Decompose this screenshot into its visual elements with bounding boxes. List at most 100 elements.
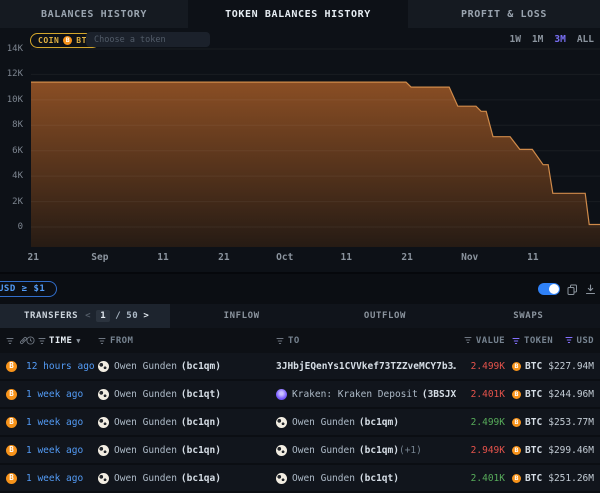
table-row[interactable]: B 1 week ago Owen Gunden (bc1qn) Owen Gun… xyxy=(0,437,600,465)
transaction-time-link[interactable]: 1 week ago xyxy=(26,445,83,456)
y-tick-label: 8K xyxy=(12,120,23,130)
to-address[interactable]: (bc1qm) xyxy=(359,417,399,428)
tab-transfers[interactable]: TRANSFERS < 1 / 50 > xyxy=(0,304,170,328)
filter-icon[interactable] xyxy=(38,337,46,345)
from-name[interactable]: Owen Gunden xyxy=(114,473,177,484)
coin-pill-label: COIN xyxy=(38,36,59,45)
btc-icon: B xyxy=(512,474,521,483)
avatar xyxy=(98,445,109,456)
y-tick-label: 2K xyxy=(12,197,23,207)
btc-icon: B xyxy=(512,446,521,455)
col-value[interactable]: VALUE xyxy=(476,336,505,346)
filter-icon-active[interactable] xyxy=(512,337,520,345)
x-tick-label: 11 xyxy=(157,252,168,263)
to-name[interactable]: Owen Gunden xyxy=(292,473,355,484)
from-address[interactable]: (bc1qa) xyxy=(181,473,221,484)
to-name[interactable]: Kraken: Kraken Deposit xyxy=(292,389,418,400)
x-tick-label: 21 xyxy=(218,252,229,263)
usd-value: $299.46M xyxy=(548,445,594,456)
time-range-selector: 1W 1M 3M ALL xyxy=(509,34,594,45)
btc-icon: B xyxy=(63,36,72,45)
btc-token-icon: B xyxy=(6,473,17,484)
page-separator: / xyxy=(115,311,121,321)
transfers-table: B 12 hours ago Owen Gunden (bc1qm) 3JHbjE… xyxy=(0,353,600,493)
from-name[interactable]: Owen Gunden xyxy=(114,445,177,456)
range-all[interactable]: ALL xyxy=(577,34,594,45)
y-tick-label: 14K xyxy=(7,44,23,54)
usd-min-filter-pill[interactable]: USD ≥ $1 xyxy=(0,281,57,297)
from-address[interactable]: (bc1qn) xyxy=(181,417,221,428)
filter-icon-active[interactable] xyxy=(565,336,573,346)
from-address[interactable]: (bc1qt) xyxy=(181,389,221,400)
tab-swaps[interactable]: SWAPS xyxy=(457,304,600,328)
token-symbol: BTC xyxy=(525,473,542,484)
from-name[interactable]: Owen Gunden xyxy=(114,417,177,428)
y-tick-label: 6K xyxy=(12,146,23,156)
col-to[interactable]: TO xyxy=(288,336,300,346)
table-row[interactable]: B 12 hours ago Owen Gunden(bc1qm) 3JHbjE… xyxy=(0,353,600,381)
col-usd[interactable]: USD xyxy=(577,336,594,346)
filter-toggle[interactable] xyxy=(538,283,560,295)
to-address[interactable]: (3BSJX) xyxy=(422,389,456,400)
from-name[interactable]: Owen Gunden xyxy=(114,361,177,372)
filter-icon[interactable] xyxy=(276,337,284,345)
x-tick-label: 21 xyxy=(401,252,412,263)
filter-icon[interactable] xyxy=(464,336,472,346)
from-address[interactable]: (bc1qm) xyxy=(181,361,221,372)
filter-icon[interactable] xyxy=(6,337,14,345)
filter-icon[interactable] xyxy=(98,337,106,345)
token-symbol: BTC xyxy=(525,389,542,400)
avatar xyxy=(276,417,287,428)
to-name[interactable]: Owen Gunden xyxy=(292,445,355,456)
x-tick-label: Oct xyxy=(276,252,293,263)
download-icon[interactable] xyxy=(585,284,596,295)
transaction-time-link[interactable]: 12 hours ago xyxy=(26,361,95,372)
transaction-time-link[interactable]: 1 week ago xyxy=(26,417,83,428)
table-row[interactable]: B 1 week ago Owen Gunden (bc1qa) Owen Gun… xyxy=(0,465,600,493)
tab-token-balances-history[interactable]: TOKEN BALANCES HISTORY xyxy=(188,0,408,28)
additional-recipients[interactable]: (+1) xyxy=(399,445,422,456)
transaction-time-link[interactable]: 1 week ago xyxy=(26,473,83,484)
usd-value: $227.94M xyxy=(548,361,594,372)
col-from[interactable]: FROM xyxy=(110,336,133,346)
avatar xyxy=(98,473,109,484)
page-next-button[interactable]: > xyxy=(143,311,149,321)
page-prev-button[interactable]: < xyxy=(85,311,91,321)
transaction-time-link[interactable]: 1 week ago xyxy=(26,389,83,400)
btc-icon: B xyxy=(512,390,521,399)
kraken-avatar xyxy=(276,389,287,400)
x-tick-label: Nov xyxy=(461,252,478,263)
tab-balances-history[interactable]: BALANCES HISTORY xyxy=(0,0,188,28)
from-address[interactable]: (bc1qn) xyxy=(181,445,221,456)
to-address[interactable]: 3JHbjEQenYs1CVVkef73TZZveMCY7b3… xyxy=(276,361,456,372)
copy-icon[interactable] xyxy=(567,284,578,295)
y-tick-label: 4K xyxy=(12,171,23,181)
y-tick-label: 0 xyxy=(18,222,23,232)
table-row[interactable]: B 1 week ago Owen Gunden (bc1qt) Kraken: … xyxy=(0,381,600,409)
to-address[interactable]: (bc1qm) xyxy=(359,445,399,456)
transfer-value: 2.499K xyxy=(471,417,505,428)
clock-icon xyxy=(26,336,35,345)
from-name[interactable]: Owen Gunden xyxy=(114,389,177,400)
chevron-down-icon[interactable]: ▼ xyxy=(76,337,81,345)
range-3m[interactable]: 3M xyxy=(554,34,565,45)
usd-value: $253.77M xyxy=(548,417,594,428)
to-address[interactable]: (bc1qt) xyxy=(359,473,399,484)
token-symbol: BTC xyxy=(525,417,542,428)
transfer-value: 2.949K xyxy=(471,445,505,456)
page-number[interactable]: 1 xyxy=(96,310,110,322)
range-1m[interactable]: 1M xyxy=(532,34,543,45)
col-time[interactable]: TIME xyxy=(49,336,72,346)
btc-token-icon: B xyxy=(6,417,17,428)
table-row[interactable]: B 1 week ago Owen Gunden (bc1qn) Owen Gun… xyxy=(0,409,600,437)
area-chart[interactable] xyxy=(31,45,600,247)
avatar xyxy=(276,445,287,456)
tab-inflow[interactable]: INFLOW xyxy=(170,304,313,328)
tab-profit-and-loss[interactable]: PROFIT & LOSS xyxy=(408,0,600,28)
to-name[interactable]: Owen Gunden xyxy=(292,417,355,428)
tab-outflow[interactable]: OUTFLOW xyxy=(313,304,456,328)
btc-token-icon: B xyxy=(6,445,17,456)
token-symbol: BTC xyxy=(525,361,542,372)
range-1w[interactable]: 1W xyxy=(509,34,520,45)
usd-value: $244.96M xyxy=(548,389,594,400)
